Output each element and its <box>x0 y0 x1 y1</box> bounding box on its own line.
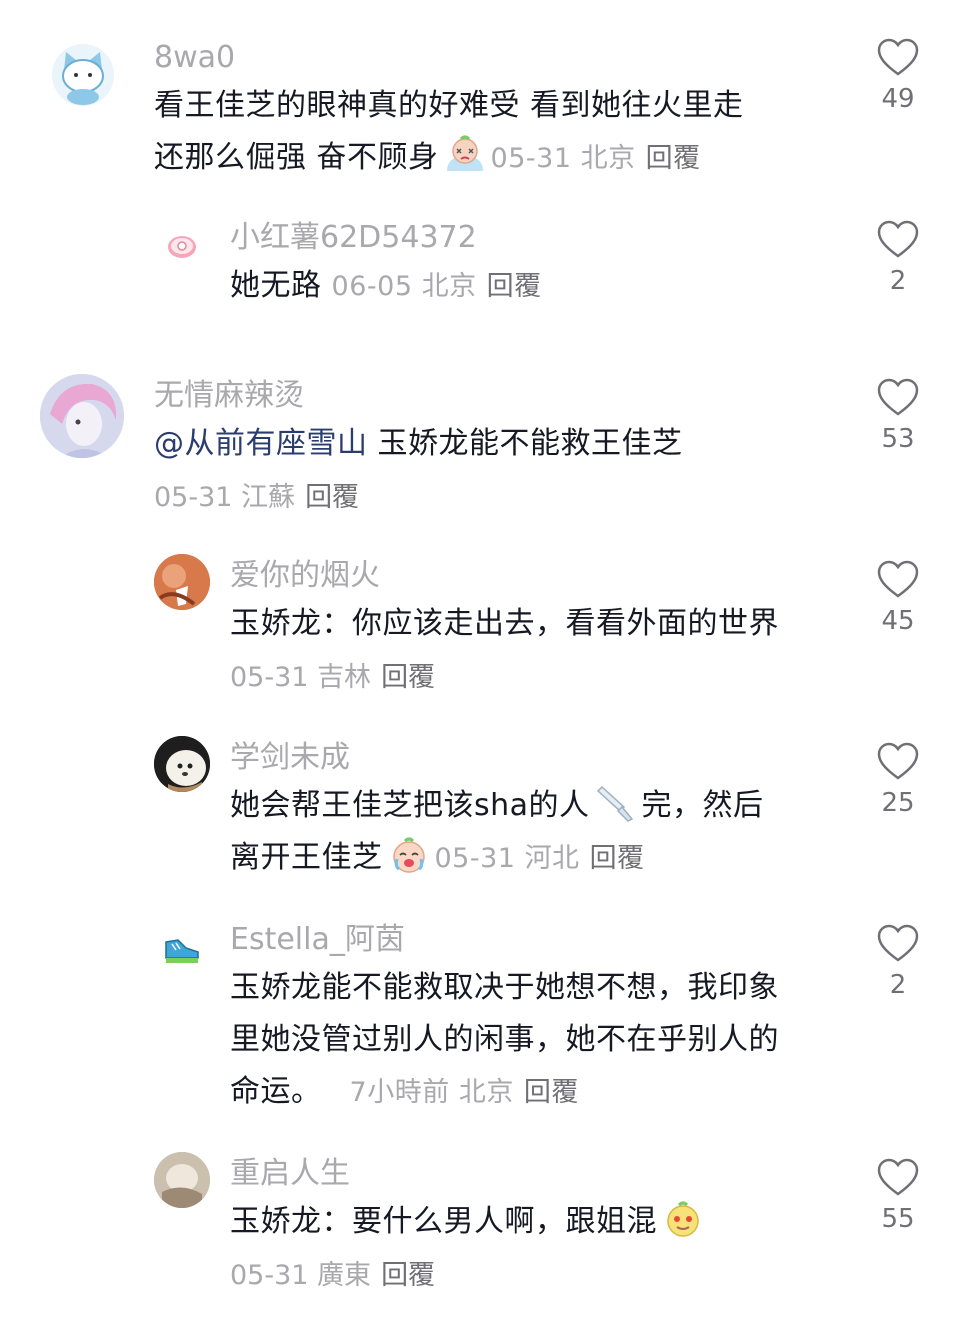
username[interactable]: Estella_阿茵 <box>230 920 870 960</box>
comment-text: 看王佳芝的眼神真的好难受 看到她往火里走 还那么倔强 奋不顾身 05-31 北京回… <box>154 80 854 185</box>
comment-text: @从前有座雪山 玉娇龙能不能救王佳芝 <box>154 418 854 470</box>
username[interactable]: 8wa0 <box>154 38 854 78</box>
like-button[interactable]: 45 <box>870 560 926 636</box>
comment-location: 北京 <box>421 271 477 302</box>
comment-text-line-2: 里她没管过别人的闲事，她不在乎别人的 <box>230 1022 779 1057</box>
like-button[interactable]: 2 <box>870 924 926 1000</box>
comment-text-part: 她会帮王佳芝把该sha的人 <box>230 788 590 823</box>
like-button[interactable]: 2 <box>870 220 926 296</box>
heart-outline-icon <box>877 378 919 416</box>
comment-location: 北京 <box>458 1077 514 1108</box>
comment-text: 她会帮王佳芝把该sha的人 完，然后 离开王佳芝 05-31 河北 回覆 <box>230 780 870 885</box>
comment-text-part: 她无路 <box>230 268 322 303</box>
reply-button[interactable]: 回覆 <box>590 843 645 874</box>
mention-link[interactable]: @从前有座雪山 <box>154 426 368 461</box>
knife-emoji-icon <box>596 785 633 822</box>
comment-text: 她无路 06-05 北京 回覆 <box>230 260 850 313</box>
like-button[interactable]: 55 <box>870 1158 926 1234</box>
comment-location: 江蘇 <box>241 482 296 513</box>
smirk-emoji-icon <box>667 1201 699 1237</box>
comment-text-part: 玉娇龙：要什么男人啊，跟姐混 <box>230 1204 657 1239</box>
like-button[interactable]: 25 <box>870 742 926 818</box>
reply-button[interactable]: 回覆 <box>381 1260 435 1291</box>
crying-emoji-icon <box>392 837 425 873</box>
reply-button[interactable]: 回覆 <box>524 1077 579 1108</box>
comment-meta: 7小時前 北京 回覆 <box>350 1077 579 1108</box>
comment-date: 05-31 <box>154 482 233 513</box>
comment-meta: 05-31 廣東 回覆 <box>230 1250 870 1302</box>
comment-text-part: 离开王佳芝 <box>230 840 383 875</box>
comment-text-line-2: 还那么倔强 奋不顾身 05-31 北京 回覆 <box>154 132 854 185</box>
like-count: 55 <box>881 1204 915 1234</box>
comment-meta: 05-31 北京 回覆 <box>491 143 701 174</box>
comment-text-part: 还那么倔强 奋不顾身 <box>154 140 439 175</box>
comment-location: 河北 <box>524 843 580 874</box>
avatar[interactable] <box>154 554 210 610</box>
comment-location: 廣東 <box>317 1260 372 1291</box>
avatar[interactable] <box>52 44 114 106</box>
comment-text-line-3: 命运。 7小時前 北京 回覆 <box>230 1066 870 1119</box>
comment-text: 玉娇龙：你应该走出去，看看外面的世界 <box>230 606 779 641</box>
comment-text: 玉娇龙：要什么男人啊，跟姐混 <box>230 1196 870 1248</box>
like-count: 45 <box>881 606 915 636</box>
comment-date: 05-31 <box>490 143 572 174</box>
comment-date: 05-31 <box>230 1260 309 1291</box>
avatar[interactable] <box>162 928 202 968</box>
crying-emoji-icon <box>446 135 483 171</box>
comment-text: 玉娇龙能不能救取决于她想不想，我印象 里她没管过别人的闲事，她不在乎别人的 命运… <box>230 962 870 1119</box>
comment-text-part: 玉娇龙能不能救王佳芝 <box>377 426 683 461</box>
heart-outline-icon <box>877 742 919 780</box>
reply-button[interactable]: 回覆 <box>487 271 542 302</box>
avatar[interactable] <box>154 1152 210 1208</box>
like-button[interactable]: 49 <box>870 38 926 114</box>
like-count: 49 <box>881 84 915 114</box>
heart-outline-icon <box>877 924 919 962</box>
username[interactable]: 无情麻辣烫 <box>154 376 854 416</box>
username[interactable]: 爱你的烟火 <box>230 556 870 596</box>
avatar[interactable] <box>166 230 198 262</box>
heart-outline-icon <box>877 1158 919 1196</box>
reply-button[interactable]: 回覆 <box>305 482 359 513</box>
comment-meta: 05-31 吉林 回覆 <box>230 652 870 704</box>
like-count: 53 <box>881 424 915 454</box>
comment-text-line-2: 离开王佳芝 05-31 河北 回覆 <box>230 832 870 885</box>
comment-text-part: 完，然后 <box>641 788 764 823</box>
comment-location: 吉林 <box>317 662 372 693</box>
comment-location: 北京 <box>580 143 636 174</box>
sneaker-icon <box>165 939 199 963</box>
comment-date: 7小時前 <box>349 1077 450 1108</box>
reply-button[interactable]: 回覆 <box>381 662 435 693</box>
like-button[interactable]: 53 <box>870 378 926 454</box>
username[interactable]: 学剑未成 <box>230 738 870 778</box>
username[interactable]: 小红薯62D54372 <box>230 218 850 258</box>
like-count: 25 <box>881 788 915 818</box>
comment-meta: 06-05 北京 回覆 <box>332 271 542 302</box>
like-count: 2 <box>889 266 907 296</box>
username[interactable]: 重启人生 <box>230 1154 870 1194</box>
comment-text-line: 她会帮王佳芝把该sha的人 完，然后 <box>230 780 870 832</box>
avatar[interactable] <box>40 374 124 458</box>
comment-date: 06-05 <box>331 271 413 302</box>
comment-meta: 05-31 河北 回覆 <box>435 843 645 874</box>
heart-outline-icon <box>877 560 919 598</box>
heart-outline-icon <box>877 38 919 76</box>
reply-button[interactable]: 回覆 <box>646 143 701 174</box>
avatar[interactable] <box>154 736 210 792</box>
like-count: 2 <box>889 970 907 1000</box>
comment-text-line: 玉娇龙能不能救取决于她想不想，我印象 <box>230 970 779 1005</box>
comment-text-line: 看王佳芝的眼神真的好难受 看到她往火里走 <box>154 88 744 123</box>
comment-meta: 05-31 江蘇 回覆 <box>154 472 854 524</box>
comment-text-part: 命运。 <box>230 1074 322 1109</box>
comment-date: 05-31 <box>434 843 516 874</box>
comment-date: 05-31 <box>230 662 309 693</box>
heart-outline-icon <box>877 220 919 258</box>
